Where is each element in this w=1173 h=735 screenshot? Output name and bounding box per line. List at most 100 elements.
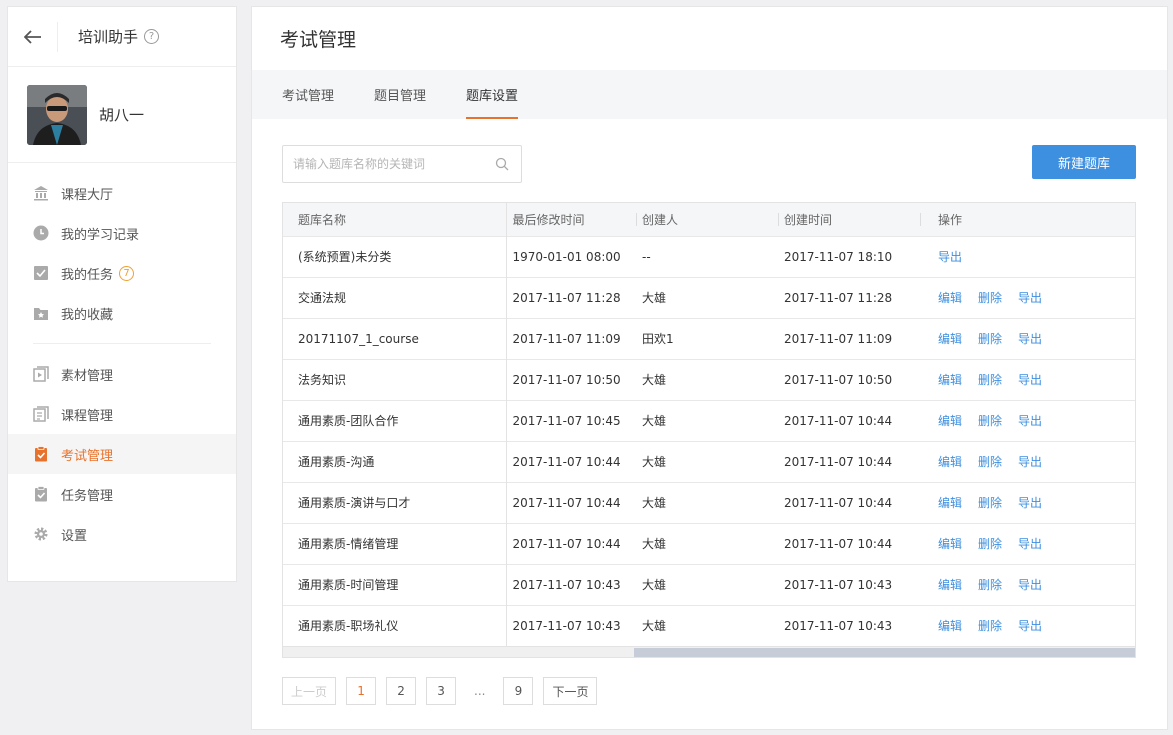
export-link[interactable]: 导出 [1018,578,1042,592]
col-header-name: 题库名称 [283,203,507,236]
horizontal-scrollbar[interactable] [283,646,1135,657]
help-icon[interactable]: ? [144,29,160,44]
search-box [282,145,522,183]
export-link[interactable]: 导出 [1018,291,1042,305]
cell-created: 2017-11-07 10:44 [778,481,920,523]
cell-modified: 2017-11-07 11:28 [506,276,636,318]
back-button[interactable] [8,21,58,52]
edit-link[interactable]: 编辑 [938,291,962,305]
sidebar-item-label: 设置 [61,528,88,544]
delete-link[interactable]: 删除 [978,578,1002,592]
sidebar-item-settings[interactable]: 设置 [8,514,236,554]
sidebar-item-material[interactable]: 素材管理 [8,354,236,394]
sidebar-item-label: 我的学习记录 [61,227,140,243]
export-link[interactable]: 导出 [1018,537,1042,551]
sidebar-item-favorites[interactable]: 我的收藏 [8,293,236,333]
delete-link[interactable]: 删除 [978,537,1002,551]
export-link[interactable]: 导出 [1018,619,1042,633]
cell-creator: 田欢1 [636,317,778,359]
scrollbar-thumb[interactable] [634,648,1135,657]
edit-link[interactable]: 编辑 [938,578,962,592]
tab-question-bank-settings[interactable]: 题库设置 [466,70,519,119]
cell-name: 通用素质-团队合作 [283,399,507,441]
tab-exam-manage[interactable]: 考试管理 [282,70,334,119]
cell-modified: 2017-11-07 11:09 [506,317,636,359]
export-link[interactable]: 导出 [1018,414,1042,428]
next-page-button[interactable]: 下一页 [543,677,598,705]
play-file-icon [33,366,49,382]
delete-link[interactable]: 删除 [978,619,1002,633]
sidebar-item-exam-manage[interactable]: 考试管理 [8,434,236,474]
sidebar-item-my-tasks[interactable]: 我的任务 7 [8,253,236,293]
sidebar-item-course-hall[interactable]: 课程大厅 [8,173,236,213]
edit-link[interactable]: 编辑 [938,496,962,510]
export-link[interactable]: 导出 [1018,332,1042,346]
table-row: 交通法规 2017-11-07 11:28 大雄 2017-11-07 11:28 编辑… [283,276,1135,318]
page-title: 考试管理 [280,29,357,51]
sidebar-item-label: 我的收藏 [61,307,114,323]
table-row: 通用素质-职场礼仪 2017-11-07 10:43 大雄 2017-11-07 10… [283,604,1135,646]
export-link[interactable]: 导出 [1018,373,1042,387]
table-row: 法务知识 2017-11-07 10:50 大雄 2017-11-07 10:50 编辑… [283,358,1135,400]
cell-creator: 大雄 [636,358,778,400]
cell-created: 2017-11-07 11:09 [778,317,920,359]
delete-link[interactable]: 删除 [978,332,1002,346]
edit-link[interactable]: 编辑 [938,332,962,346]
cell-created: 2017-11-07 10:50 [778,358,920,400]
delete-link[interactable]: 删除 [978,291,1002,305]
tab-question-manage[interactable]: 题目管理 [374,70,426,119]
cell-name: (系统预置)未分类 [283,235,507,277]
sidebar-item-course-manage[interactable]: 课程管理 [8,394,236,434]
avatar[interactable] [27,84,87,145]
sidebar-item-task-manage[interactable]: 任务管理 [8,474,236,514]
delete-link[interactable]: 删除 [978,455,1002,469]
check-square-icon [33,265,49,281]
page-button-3[interactable]: 3 [426,677,457,705]
cell-modified: 2017-11-07 10:44 [506,440,636,482]
export-link[interactable]: 导出 [1018,455,1042,469]
sidebar-item-learning-record[interactable]: 我的学习记录 [8,213,236,253]
cell-name: 20171107_1_course [283,317,507,359]
delete-link[interactable]: 删除 [978,373,1002,387]
edit-link[interactable]: 编辑 [938,619,962,633]
cell-actions: 编辑 删除 导出 [920,399,1135,441]
sidebar-item-label: 素材管理 [61,368,114,384]
sidebar-item-label: 任务管理 [61,488,114,504]
star-folder-icon [33,305,49,321]
tab-bar: 考试管理 题目管理 题库设置 [252,70,1167,119]
main-panel: 考试管理 考试管理 题目管理 题库设置 新建题库 题库名称 最后修改时间 创建人… [251,6,1168,730]
page-button-2[interactable]: 2 [386,677,417,705]
app-title: 培训助手 [78,28,139,46]
export-link[interactable]: 导出 [938,250,962,264]
cell-modified: 2017-11-07 10:44 [506,522,636,564]
user-profile: 胡八一 [8,67,236,163]
delete-link[interactable]: 删除 [978,414,1002,428]
sidebar-header: 培训助手 ? [8,7,236,67]
cell-created: 2017-11-07 10:44 [778,399,920,441]
cell-creator: 大雄 [636,481,778,523]
edit-link[interactable]: 编辑 [938,414,962,428]
search-icon[interactable] [495,157,509,171]
table-row: 通用素质-团队合作 2017-11-07 10:45 大雄 2017-11-07 10… [283,399,1135,441]
page-button-9[interactable]: 9 [503,677,534,705]
arrow-left-icon [23,29,41,44]
cell-creator: 大雄 [636,440,778,482]
new-question-bank-button[interactable]: 新建题库 [1032,145,1136,179]
cell-name: 通用素质-演讲与口才 [283,481,507,523]
cell-creator: -- [636,235,778,277]
edit-link[interactable]: 编辑 [938,455,962,469]
list-file-icon [33,406,49,422]
cell-creator: 大雄 [636,276,778,318]
search-input[interactable] [293,157,483,171]
toolbar: 新建题库 [282,145,1136,183]
col-header-modified: 最后修改时间 [506,203,636,236]
export-link[interactable]: 导出 [1018,496,1042,510]
edit-link[interactable]: 编辑 [938,373,962,387]
table-row: 20171107_1_course 2017-11-07 11:09 田欢1 2017… [283,317,1135,359]
col-header-actions: 操作 [920,203,1135,236]
edit-link[interactable]: 编辑 [938,537,962,551]
prev-page-button[interactable]: 上一页 [282,677,337,705]
delete-link[interactable]: 删除 [978,496,1002,510]
cell-actions: 编辑 删除 导出 [920,604,1135,646]
page-button-1[interactable]: 1 [346,677,377,705]
